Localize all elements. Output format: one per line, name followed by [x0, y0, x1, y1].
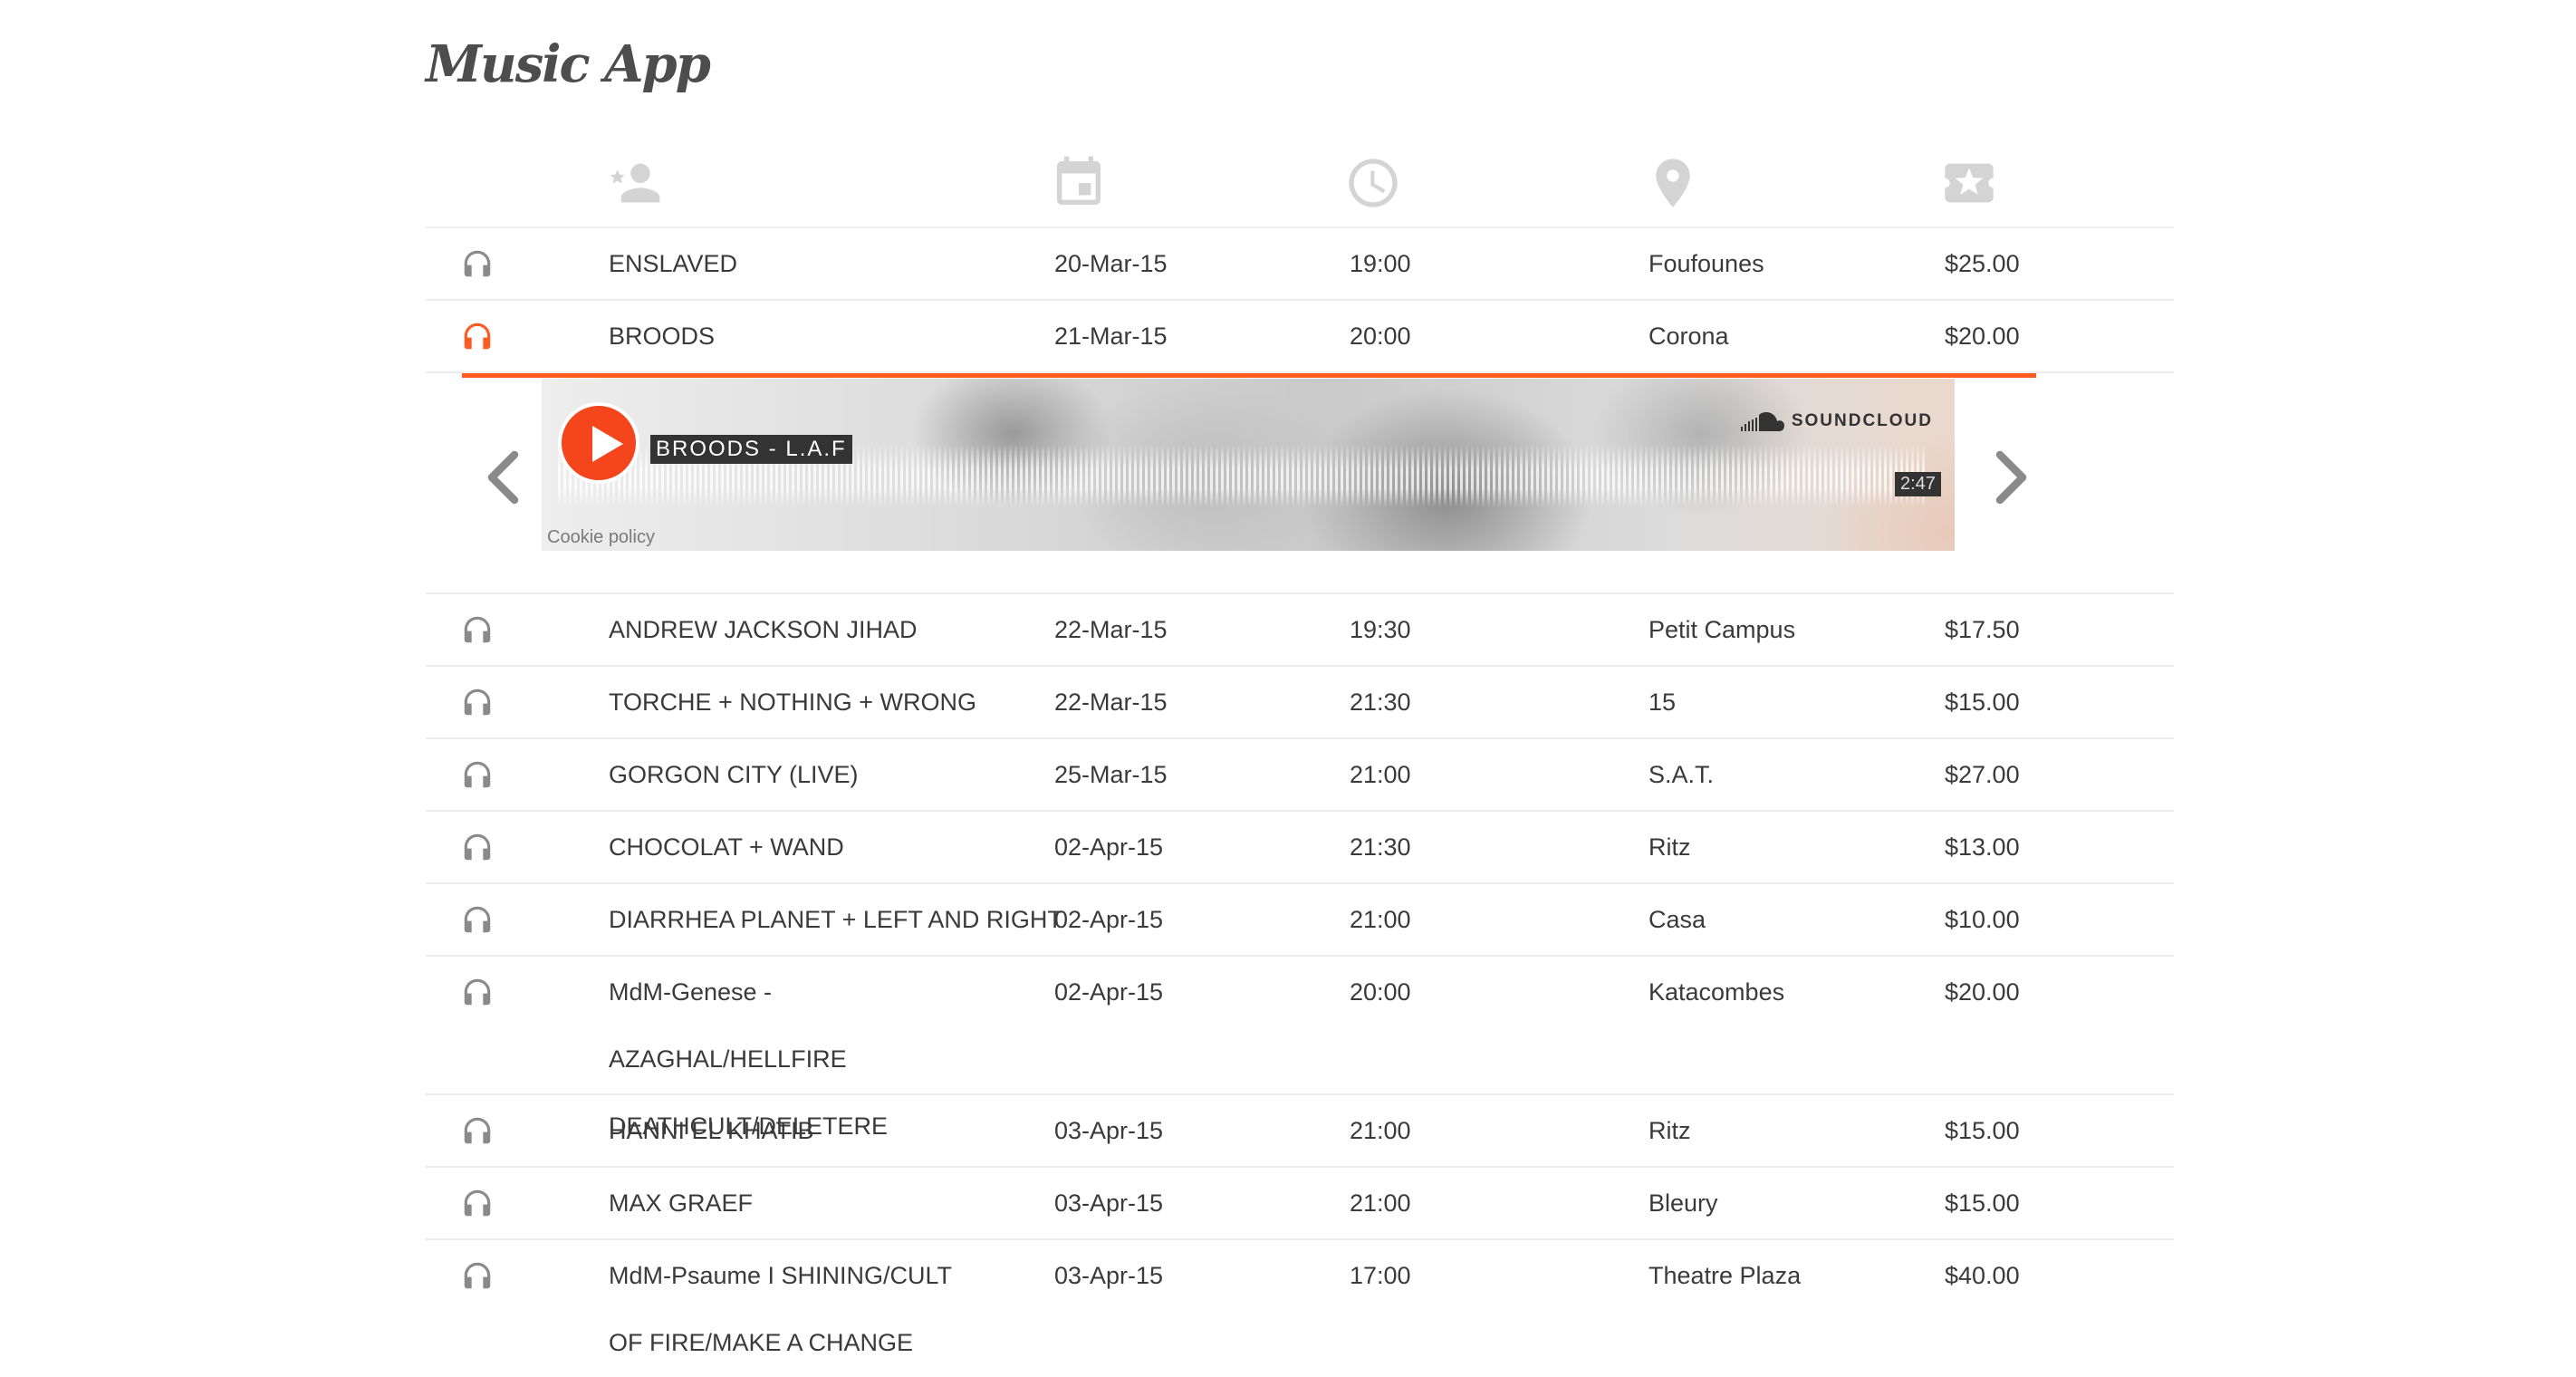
play-button[interactable]	[558, 402, 639, 484]
chevron-left-icon[interactable]	[478, 446, 533, 509]
date-cell: 22-Mar-15	[1054, 616, 1168, 643]
time-cell: 19:00	[1350, 250, 1411, 277]
price-cell: $10.00	[1945, 906, 2020, 933]
music-app-page: Music App ENSLAVED 20-Mar-15 19:00 Foufo…	[0, 0, 2576, 1356]
venue-cell: Ritz	[1648, 1117, 1691, 1144]
table-row[interactable]: ANDREW JACKSON JIHAD 22-Mar-15 19:30 Pet…	[426, 594, 2174, 667]
date-cell: 21-Mar-15	[1054, 323, 1168, 350]
table-row[interactable]: ENSLAVED 20-Mar-15 19:00 Foufounes $25.0…	[426, 228, 2174, 301]
player-accent-line	[462, 373, 2036, 378]
artist-cell: ANDREW JACKSON JIHAD	[609, 616, 918, 643]
table-row[interactable]: TORCHE + NOTHING + WRONG 22-Mar-15 21:30…	[426, 667, 2174, 739]
time-cell: 21:30	[1350, 833, 1411, 861]
headphones-icon[interactable]	[460, 1113, 495, 1148]
chevron-right-icon[interactable]	[1982, 446, 2036, 509]
date-cell: 02-Apr-15	[1054, 833, 1164, 861]
table-row[interactable]: MdM-Psaume I SHINING/CULT OF FIRE/MAKE A…	[426, 1240, 2174, 1377]
artist-cell: MdM-Psaume I SHINING/CULT OF FIRE/MAKE A…	[609, 1262, 952, 1356]
price-cell: $27.00	[1945, 761, 2020, 788]
artist-cell: GORGON CITY (LIVE)	[609, 761, 859, 788]
time-cell: 21:00	[1350, 1117, 1411, 1144]
venue-cell: Theatre Plaza	[1648, 1262, 1802, 1289]
table-row-active[interactable]: BROODS 21-Mar-15 20:00 Corona $20.00	[426, 301, 2174, 373]
artist-cell: DIARRHEA PLANET + LEFT AND RIGHT	[609, 906, 1062, 933]
headphones-icon[interactable]	[460, 612, 495, 647]
headphones-icon[interactable]	[460, 902, 495, 937]
venue-cell: Foufounes	[1648, 250, 1764, 277]
venue-cell: 15	[1648, 688, 1677, 716]
time-cell: 21:30	[1350, 688, 1411, 716]
price-cell: $15.00	[1945, 688, 2020, 716]
headphones-icon[interactable]	[460, 246, 495, 281]
headphones-icon[interactable]	[460, 830, 495, 864]
venue-cell: Ritz	[1648, 833, 1691, 861]
artist-cell: MdM-Genese - AZAGHAL/HELLFIRE DEATHCULT/…	[609, 978, 889, 1140]
time-cell: 20:00	[1350, 978, 1411, 1006]
time-cell: 20:00	[1350, 323, 1411, 350]
date-cell: 25-Mar-15	[1054, 761, 1168, 788]
clock-icon	[1344, 154, 1402, 212]
time-cell: 19:30	[1350, 616, 1411, 643]
date-cell: 02-Apr-15	[1054, 978, 1164, 1006]
price-cell: $15.00	[1945, 1189, 2020, 1217]
price-cell: $15.00	[1945, 1117, 2020, 1144]
calendar-icon	[1050, 154, 1108, 212]
date-cell: 02-Apr-15	[1054, 906, 1164, 933]
venue-cell: Bleury	[1648, 1189, 1718, 1217]
soundcloud-brand: SOUNDCLOUD	[1791, 411, 1933, 430]
artist-cell: CHOCOLAT + WAND	[609, 833, 844, 861]
table-row[interactable]: MAX GRAEF 03-Apr-15 21:00 Bleury $15.00	[426, 1168, 2174, 1240]
price-cell: $20.00	[1945, 323, 2020, 350]
artist-cell: MAX GRAEF	[609, 1189, 754, 1217]
venue-cell: Corona	[1648, 323, 1729, 350]
venue-cell: S.A.T.	[1648, 761, 1715, 788]
artist-cell: BROODS	[609, 323, 716, 350]
price-cell: $25.00	[1945, 250, 2020, 277]
headphones-icon[interactable]	[460, 685, 495, 719]
headphones-icon-active[interactable]	[460, 319, 495, 353]
track-title[interactable]: BROODS - L.A.F	[650, 435, 852, 464]
table-row[interactable]: CHOCOLAT + WAND 02-Apr-15 21:30 Ritz $13…	[426, 812, 2174, 884]
venue-cell: Casa	[1648, 906, 1706, 933]
soundcloud-player-section: BROODS - L.A.F SOUNDCLOUD 2:47 Cookie po…	[426, 373, 2174, 594]
app-title: Music App	[426, 34, 711, 94]
date-cell: 20-Mar-15	[1054, 250, 1168, 277]
time-cell: 21:00	[1350, 761, 1411, 788]
location-pin-icon	[1644, 154, 1702, 212]
cookie-policy-link[interactable]: Cookie policy	[547, 527, 655, 548]
table-row[interactable]: MdM-Genese - AZAGHAL/HELLFIRE DEATHCULT/…	[426, 957, 2174, 1140]
person-add-icon	[604, 154, 662, 212]
date-cell: 03-Apr-15	[1054, 1262, 1164, 1289]
time-cell: 21:00	[1350, 906, 1411, 933]
ticket-icon	[1940, 154, 1998, 212]
table-header	[426, 136, 2174, 228]
soundcloud-cloud-icon	[1740, 412, 1784, 431]
price-cell: $13.00	[1945, 833, 2020, 861]
date-cell: 22-Mar-15	[1054, 688, 1168, 716]
price-cell: $40.00	[1945, 1262, 2020, 1289]
table-row[interactable]: DIARRHEA PLANET + LEFT AND RIGHT 02-Apr-…	[426, 884, 2174, 957]
soundcloud-logo[interactable]: SOUNDCLOUD	[1740, 409, 1933, 433]
price-cell: $20.00	[1945, 978, 2020, 1006]
date-cell: 03-Apr-15	[1054, 1117, 1164, 1144]
time-cell: 21:00	[1350, 1189, 1411, 1217]
venue-cell: Katacombes	[1648, 978, 1785, 1006]
track-duration: 2:47	[1895, 472, 1941, 496]
venue-cell: Petit Campus	[1648, 616, 1796, 643]
soundcloud-embed: BROODS - L.A.F SOUNDCLOUD 2:47 Cookie po…	[542, 379, 1955, 551]
artist-cell: TORCHE + NOTHING + WRONG	[609, 688, 977, 716]
artist-cell: ENSLAVED	[609, 250, 738, 277]
table-row[interactable]: HANNI EL KHATIB 03-Apr-15 21:00 Ritz $15…	[426, 1095, 2174, 1168]
events-table: ENSLAVED 20-Mar-15 19:00 Foufounes $25.0…	[426, 136, 2174, 1377]
headphones-icon[interactable]	[460, 975, 495, 1009]
table-row[interactable]: GORGON CITY (LIVE) 25-Mar-15 21:00 S.A.T…	[426, 739, 2174, 812]
time-cell: 17:00	[1350, 1262, 1411, 1289]
date-cell: 03-Apr-15	[1054, 1189, 1164, 1217]
price-cell: $17.50	[1945, 616, 2020, 643]
artist-cell: HANNI EL KHATIB	[609, 1117, 814, 1144]
headphones-icon[interactable]	[460, 1186, 495, 1220]
headphones-icon[interactable]	[460, 757, 495, 792]
headphones-icon[interactable]	[460, 1258, 495, 1293]
